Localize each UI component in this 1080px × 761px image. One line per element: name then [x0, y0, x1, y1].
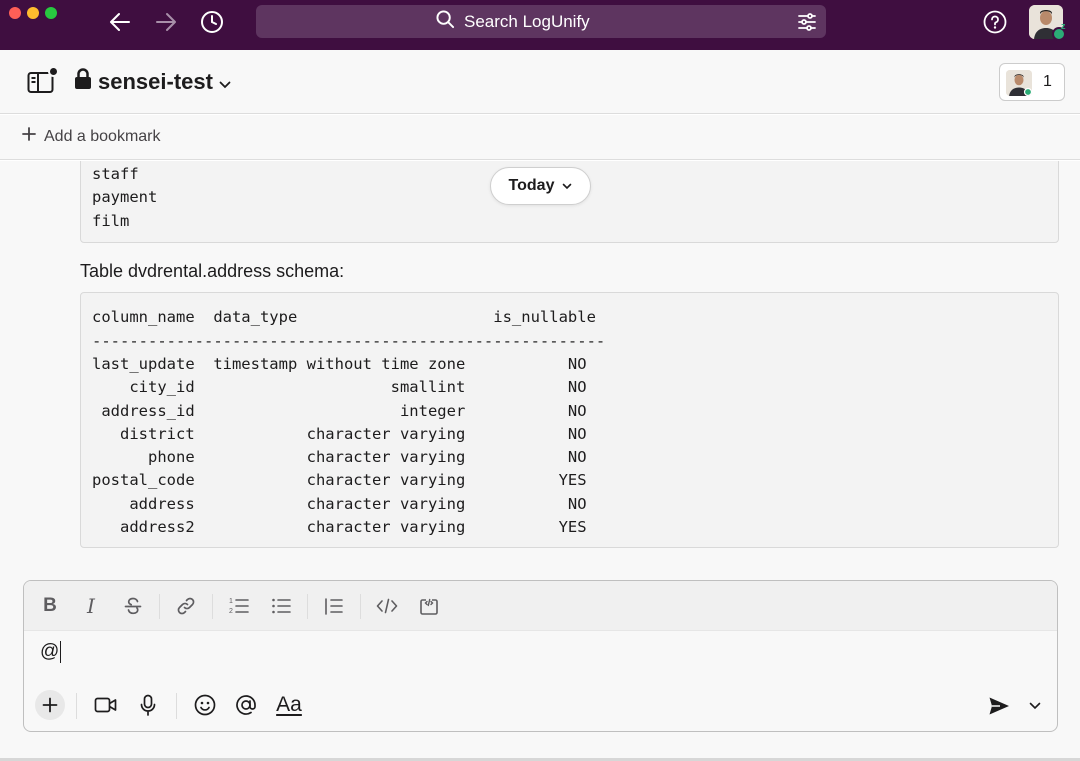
- search-icon: [436, 9, 455, 34]
- text-formatting-label: Aa: [276, 693, 302, 716]
- top-bar: Search LogUnify z: [0, 0, 1080, 50]
- date-divider-label: Today: [508, 177, 555, 194]
- members-button[interactable]: 1: [999, 63, 1065, 101]
- italic-icon[interactable]: I: [79, 594, 103, 618]
- toolbar-divider: [307, 594, 308, 619]
- svg-text:1: 1: [229, 598, 233, 605]
- schema-row: city_id smallint NO: [92, 378, 587, 397]
- window-zoom-button[interactable]: [45, 7, 57, 19]
- toolbar-divider: [76, 693, 77, 719]
- snooze-icon: z: [1061, 21, 1066, 31]
- code-line: film: [92, 211, 130, 230]
- schema-header: column_name data_type is_nullable: [92, 308, 596, 326]
- help-icon[interactable]: [983, 10, 1007, 34]
- plus-icon: [22, 127, 36, 146]
- channel-title[interactable]: sensei-test: [74, 68, 231, 95]
- schema-row: address2 character varying YES: [92, 518, 587, 537]
- ordered-list-icon[interactable]: 12: [227, 594, 251, 618]
- member-avatar: [1006, 70, 1032, 96]
- message-composer[interactable]: B I 12 @ Aa: [23, 580, 1058, 732]
- bulleted-list-icon[interactable]: [269, 594, 293, 618]
- emoji-icon[interactable]: [192, 692, 218, 718]
- schema-row: last_update timestamp without time zone …: [92, 355, 587, 373]
- bookmark-bar: Add a bookmark: [0, 115, 1080, 160]
- svg-text:2: 2: [229, 608, 233, 615]
- toolbar-divider: [360, 594, 361, 619]
- unread-indicator-icon: [48, 66, 59, 77]
- schema-separator: ----------------------------------------…: [92, 332, 606, 350]
- attach-plus-button[interactable]: [35, 690, 65, 720]
- schema-row: phone character varying NO: [92, 448, 587, 467]
- composer-actions: Aa: [24, 685, 1057, 731]
- member-count: 1: [1043, 73, 1052, 90]
- search-filter-icon[interactable]: [796, 11, 818, 33]
- schema-row: district character varying NO: [92, 424, 587, 443]
- code-icon[interactable]: [375, 594, 399, 618]
- schema-row: postal_code character varying YES: [92, 471, 587, 490]
- date-divider-button[interactable]: Today: [490, 167, 591, 205]
- text-formatting-button[interactable]: Aa: [274, 692, 304, 718]
- message-input-text: @: [40, 641, 60, 662]
- channel-name: sensei-test: [98, 68, 213, 94]
- channel-header: sensei-test 1: [0, 50, 1080, 114]
- chevron-down-icon: [219, 69, 231, 95]
- message-input[interactable]: @: [40, 641, 62, 663]
- link-icon[interactable]: [174, 594, 198, 618]
- formatting-toolbar: B I 12: [24, 581, 1057, 631]
- schema-code-block: column_name data_type is_nullable ------…: [80, 292, 1059, 548]
- window-close-button[interactable]: [9, 7, 21, 19]
- blockquote-icon[interactable]: [322, 594, 346, 618]
- add-bookmark-button[interactable]: Add a bookmark: [22, 127, 161, 146]
- search-bar[interactable]: Search LogUnify: [256, 5, 826, 38]
- code-block-icon[interactable]: [417, 594, 441, 618]
- chevron-down-icon: [562, 177, 572, 195]
- send-icon[interactable]: [985, 692, 1013, 720]
- back-arrow-icon[interactable]: [107, 9, 133, 35]
- schema-row: address character varying NO: [92, 494, 587, 513]
- schema-row: address_id integer NO: [92, 401, 587, 420]
- text-caret: [60, 641, 62, 663]
- window-minimize-button[interactable]: [27, 7, 39, 19]
- forward-arrow-icon[interactable]: [153, 9, 179, 35]
- bold-icon[interactable]: B: [38, 594, 62, 618]
- strikethrough-icon[interactable]: [121, 594, 145, 618]
- microphone-icon[interactable]: [135, 692, 161, 718]
- toolbar-divider: [176, 693, 177, 719]
- toolbar-divider: [212, 594, 213, 619]
- lock-icon: [74, 68, 92, 95]
- message-list: staff payment film Today Table dvdrental…: [0, 161, 1080, 581]
- schema-caption: Table dvdrental.address schema:: [80, 261, 345, 281]
- history-clock-icon[interactable]: [199, 9, 225, 35]
- mention-icon[interactable]: [233, 692, 259, 718]
- add-bookmark-label: Add a bookmark: [44, 127, 161, 145]
- chevron-down-icon[interactable]: [1023, 694, 1047, 718]
- toolbar-divider: [159, 594, 160, 619]
- search-placeholder: Search LogUnify: [464, 11, 590, 31]
- video-clip-icon[interactable]: [93, 692, 119, 718]
